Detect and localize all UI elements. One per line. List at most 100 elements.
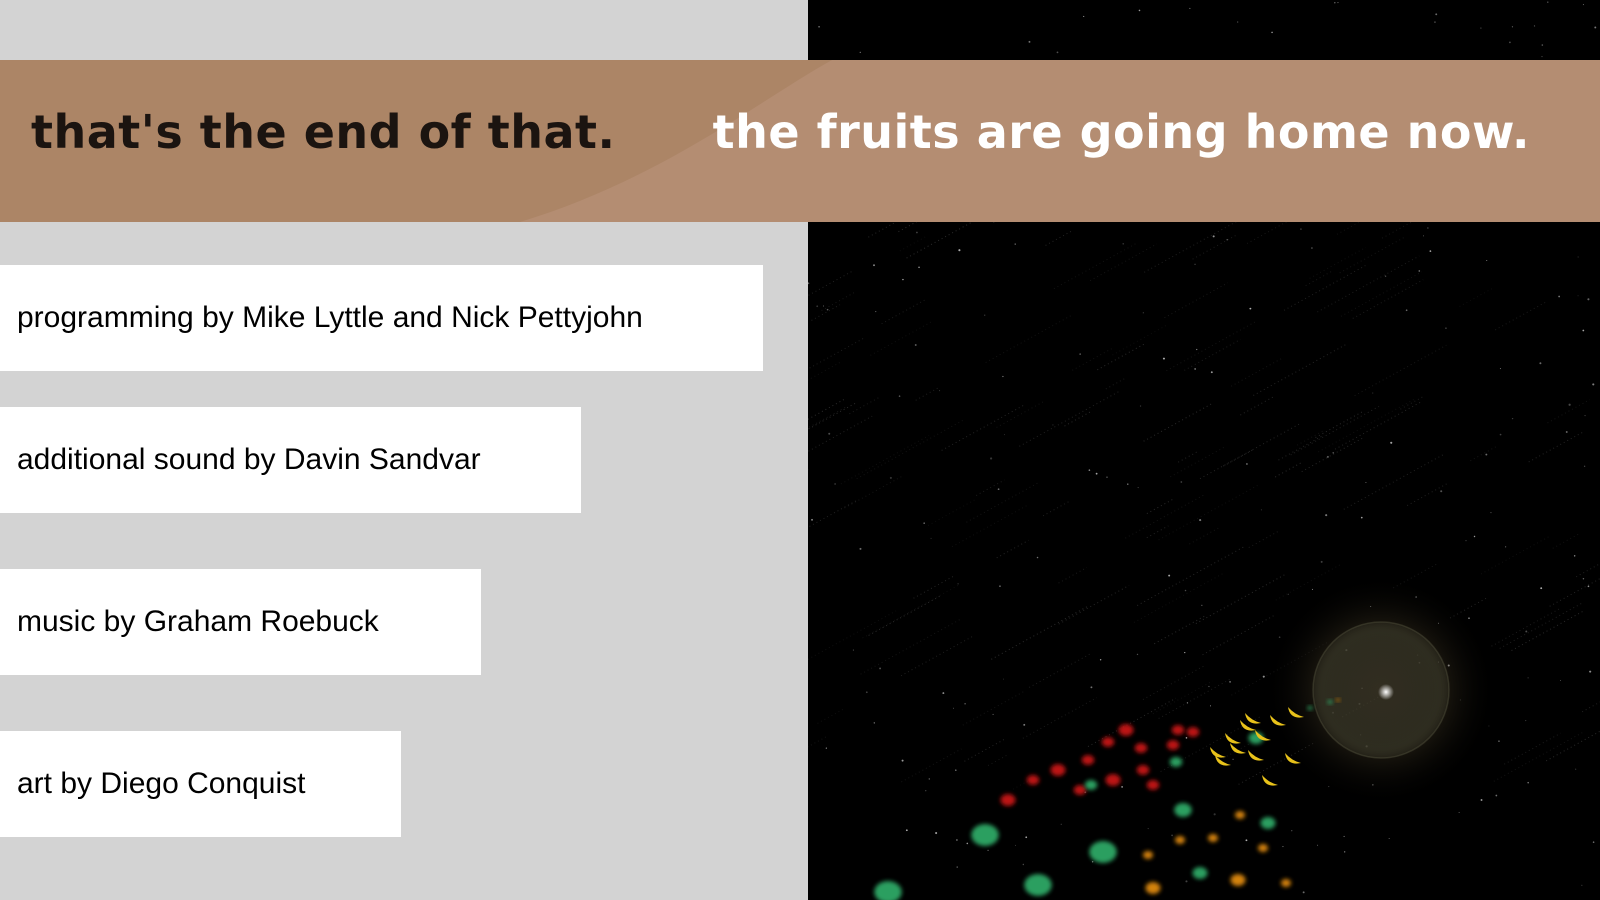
star	[1201, 604, 1203, 606]
fruit-red	[1166, 740, 1180, 750]
star	[816, 305, 819, 308]
star	[1079, 353, 1081, 355]
star-streak	[811, 304, 841, 321]
star-streak	[991, 605, 1089, 660]
star	[879, 667, 882, 670]
star	[1365, 482, 1367, 484]
star	[1343, 835, 1345, 837]
star	[1311, 588, 1314, 590]
star	[1099, 659, 1102, 661]
star	[1384, 275, 1387, 277]
fruit-orange	[1230, 874, 1246, 886]
star-streak	[964, 737, 1007, 762]
star	[923, 522, 925, 524]
fruit-red	[1118, 724, 1134, 736]
star	[1541, 44, 1544, 46]
fruit-red	[1081, 755, 1095, 765]
star-streak	[1158, 677, 1232, 719]
star-streak	[808, 406, 847, 429]
star	[1083, 15, 1085, 18]
star-streak	[1230, 357, 1283, 387]
fruit-yellow	[1262, 775, 1278, 786]
star-streak	[1058, 584, 1130, 625]
star	[1194, 263, 1196, 265]
star	[818, 26, 820, 28]
star	[1212, 235, 1215, 238]
fruit-orange	[1336, 698, 1340, 702]
star-streak	[1552, 532, 1581, 549]
star	[1291, 830, 1293, 832]
star	[1186, 702, 1189, 704]
star-streak	[901, 748, 962, 783]
star	[1575, 768, 1577, 770]
star-streak	[868, 594, 942, 636]
fruit-green	[971, 824, 999, 846]
star-streak	[1184, 339, 1241, 371]
star-streak	[1339, 236, 1405, 274]
star	[1582, 578, 1585, 580]
fruit-green	[1327, 700, 1333, 704]
star	[956, 839, 958, 841]
star-streak	[1058, 567, 1088, 584]
star	[1036, 556, 1039, 559]
star-streak	[900, 635, 973, 677]
star	[1245, 839, 1248, 842]
star-streak	[941, 405, 1024, 451]
star	[930, 537, 932, 539]
star	[1541, 56, 1543, 58]
star-streak	[996, 400, 1046, 428]
fruit-green	[1169, 757, 1183, 767]
star-streak	[1152, 680, 1213, 715]
fruit-green	[1024, 874, 1052, 896]
star	[852, 649, 854, 651]
star-streak	[808, 499, 859, 528]
star-streak	[862, 584, 960, 639]
star	[905, 829, 908, 832]
star	[1584, 415, 1586, 417]
star	[1499, 433, 1502, 436]
star-streak	[1318, 398, 1415, 453]
fruit-orange	[1258, 844, 1268, 852]
star	[1332, 451, 1335, 454]
star	[1106, 476, 1108, 478]
star-streak	[1028, 653, 1091, 688]
star	[1445, 327, 1447, 329]
star-streak	[1283, 265, 1366, 311]
star-streak	[1581, 701, 1600, 713]
star	[1509, 41, 1511, 44]
credit-programming-text: programming by Mike Lyttle and Nick Pett…	[17, 301, 643, 334]
star	[1326, 455, 1329, 458]
star-streak	[808, 402, 857, 430]
star	[1547, 1, 1549, 3]
fruit-red	[1050, 764, 1066, 776]
fruit-green	[1260, 817, 1276, 829]
star-streak	[996, 539, 1029, 559]
star	[928, 778, 931, 780]
star	[1196, 348, 1198, 351]
fruit-red	[1000, 794, 1016, 806]
star-streak	[1142, 665, 1204, 700]
star	[1589, 670, 1592, 673]
star	[889, 476, 892, 479]
star	[1180, 481, 1183, 483]
star	[984, 314, 986, 316]
star	[1480, 799, 1483, 801]
star-streak	[1381, 220, 1415, 239]
fruit-yellow	[1230, 743, 1246, 754]
star-streak	[1352, 279, 1424, 319]
star	[987, 849, 989, 852]
fruit-red	[1101, 737, 1115, 747]
star	[958, 249, 961, 252]
star	[1435, 13, 1438, 16]
star-streak	[1097, 342, 1146, 371]
star-streak	[1019, 390, 1122, 447]
star-streak	[1301, 437, 1364, 473]
star	[952, 707, 954, 709]
star-streak	[1166, 320, 1257, 372]
star-streak	[808, 398, 846, 420]
star-streak	[808, 415, 873, 453]
star-streak	[1575, 563, 1600, 578]
star	[1573, 555, 1576, 557]
star	[1511, 26, 1514, 28]
star	[1090, 686, 1093, 689]
